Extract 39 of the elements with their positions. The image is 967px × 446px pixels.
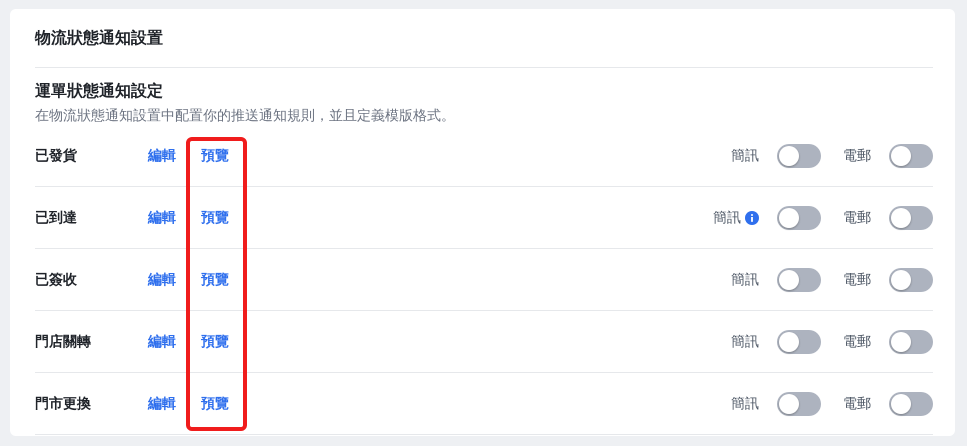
toggle-switch[interactable] — [889, 392, 933, 416]
channel-label: 簡訊 — [713, 208, 741, 226]
status-name: 已發貨 — [35, 146, 78, 164]
status-name: 已到達 — [35, 208, 78, 226]
toggle-switch[interactable] — [777, 144, 821, 168]
toggle-switch[interactable] — [889, 206, 933, 230]
preview-link[interactable]: 預覽 — [201, 394, 229, 412]
channel-label: 電郵 — [843, 270, 871, 288]
toggle-switch[interactable] — [777, 206, 821, 230]
toggle-switch[interactable] — [889, 330, 933, 354]
section-description: 在物流狀態通知設置中配置你的推送通知規則，並且定義模版格式。 — [35, 106, 456, 125]
info-icon[interactable] — [745, 210, 759, 224]
edit-link[interactable]: 編輯 — [148, 208, 176, 224]
edit-link[interactable]: 編輯 — [148, 270, 176, 286]
channel-label: 簡訊 — [731, 270, 759, 288]
toggle-switch[interactable] — [777, 330, 821, 354]
channel-label: 電郵 — [843, 394, 871, 412]
channel-label: 簡訊 — [731, 146, 759, 164]
channel-label: 簡訊 — [731, 332, 759, 350]
card-title: 物流狀態通知設置 — [35, 9, 933, 68]
preview-link[interactable]: 預覽 — [201, 146, 229, 164]
edit-link[interactable]: 編輯 — [148, 332, 176, 348]
channel-label: 電郵 — [843, 208, 871, 226]
toggle-switch[interactable] — [777, 392, 821, 416]
status-name: 門店關轉 — [35, 332, 92, 350]
channel-label: 簡訊 — [731, 394, 759, 412]
channel-label: 電郵 — [843, 146, 871, 164]
toggle-switch[interactable] — [889, 268, 933, 292]
edit-link[interactable]: 編輯 — [148, 394, 176, 410]
status-name: 門市更換 — [35, 394, 92, 412]
toggle-switch[interactable] — [889, 144, 933, 168]
channel-label: 電郵 — [843, 332, 871, 350]
edit-link[interactable]: 編輯 — [148, 146, 176, 162]
section-heading: 運單狀態通知設定 — [35, 81, 164, 102]
preview-link[interactable]: 預覽 — [201, 270, 229, 288]
toggle-switch[interactable] — [777, 268, 821, 292]
status-name: 已簽收 — [35, 270, 78, 288]
preview-link[interactable]: 預覽 — [201, 332, 229, 350]
preview-link[interactable]: 預覽 — [201, 208, 229, 226]
